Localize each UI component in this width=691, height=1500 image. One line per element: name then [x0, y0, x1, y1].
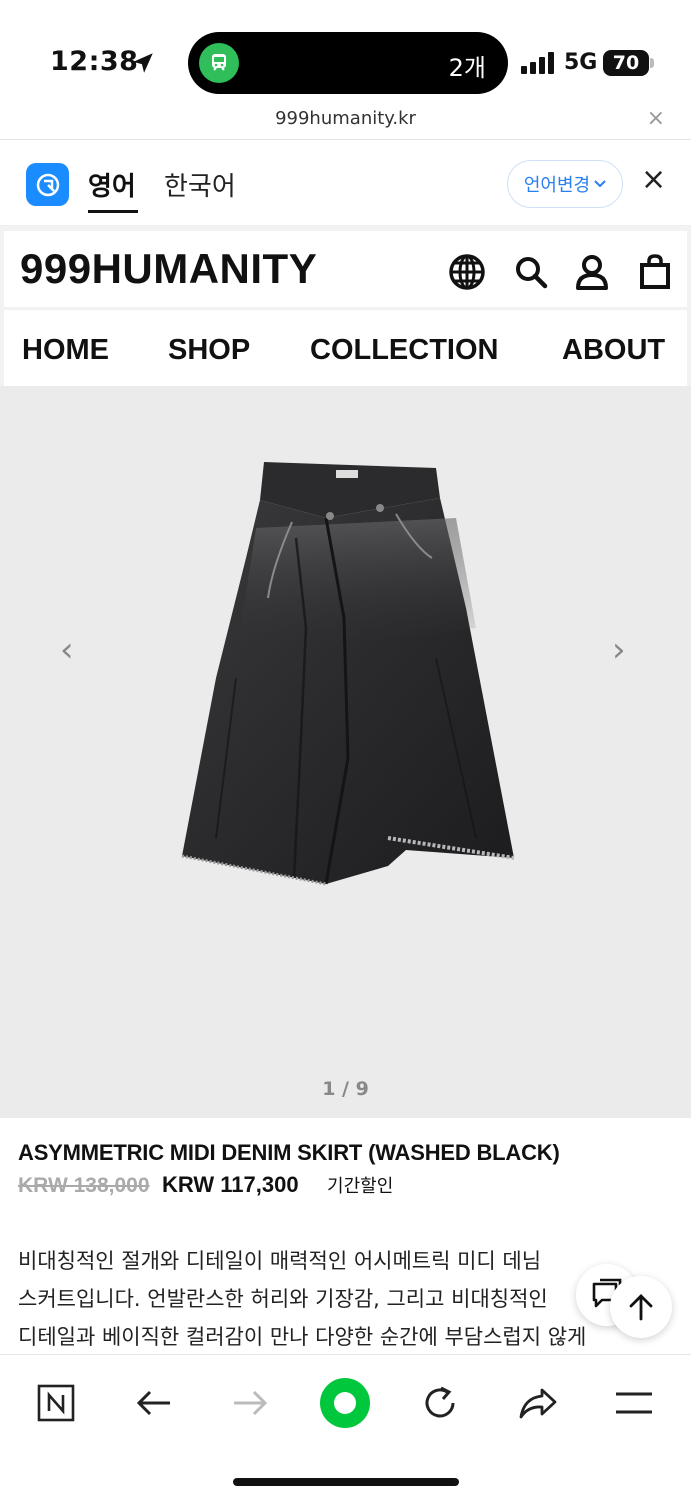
translate-bar: 영어 한국어 언어변경 ×: [0, 140, 691, 226]
papago-icon: [26, 163, 69, 206]
home-indicator: [233, 1478, 459, 1486]
account-icon[interactable]: [573, 253, 611, 291]
product-gallery[interactable]: ‹ › 1 / 9: [0, 386, 691, 1118]
forward-icon[interactable]: [220, 1373, 280, 1433]
site-logo[interactable]: 999HUMANITY: [20, 245, 317, 293]
url-bar[interactable]: 999humanity.kr ×: [0, 100, 691, 140]
signal-icon: [521, 52, 554, 74]
product-image-skirt[interactable]: [176, 458, 518, 890]
arrow-up-icon: [629, 1294, 653, 1321]
nav-collection[interactable]: COLLECTION: [310, 334, 499, 367]
scroll-top-button[interactable]: [610, 1276, 672, 1338]
nav-home[interactable]: HOME: [22, 334, 109, 367]
language-change-label: 언어변경: [523, 175, 591, 196]
original-price: KRW 138,000: [18, 1174, 150, 1197]
lang-tab-korean[interactable]: 한국어: [164, 166, 236, 203]
gallery-next-icon[interactable]: ›: [612, 630, 626, 670]
sale-price: KRW 117,300: [161, 1172, 299, 1197]
battery-tip: [650, 58, 654, 68]
share-icon[interactable]: [508, 1373, 568, 1433]
discount-badge: 기간할인: [327, 1176, 394, 1196]
translate-close-icon[interactable]: ×: [641, 162, 666, 197]
description-line: 비대칭적인 절개와 디테일이 매력적인 어시메트릭 미디 데님: [18, 1249, 542, 1273]
product-description: 비대칭적인 절개와 디테일이 매력적인 어시메트릭 미디 데님 스커트입니다. …: [18, 1242, 618, 1356]
active-tab-underline: [88, 210, 138, 213]
search-icon[interactable]: [512, 253, 550, 291]
product-title: ASYMMETRIC MIDI DENIM SKIRT (WASHED BLAC…: [18, 1140, 560, 1165]
site-header: 999HUMANITY HOME SHOP COLLECTION ABOUT: [0, 226, 691, 386]
location-arrow-icon: [133, 53, 153, 73]
main-nav: HOME SHOP COLLECTION ABOUT: [4, 310, 687, 386]
description-line: 디테일과 베이직한 컬러감이 만나 다양한 순간에 부담스럽지 않게: [18, 1325, 587, 1349]
back-icon[interactable]: [124, 1373, 184, 1433]
nav-shop[interactable]: SHOP: [168, 334, 250, 367]
nav-about[interactable]: ABOUT: [562, 334, 665, 367]
naver-home-icon[interactable]: [26, 1373, 86, 1433]
chevron-down-icon: [594, 180, 606, 188]
gallery-counter: 1 / 9: [322, 1078, 369, 1100]
reload-icon[interactable]: [410, 1373, 470, 1433]
status-bar: 12:38 2개 5G 70: [0, 0, 691, 100]
green-dot-icon[interactable]: [315, 1373, 375, 1433]
menu-icon[interactable]: [604, 1373, 664, 1433]
battery-icon: 70: [603, 50, 649, 76]
island-count: 2개: [448, 54, 486, 82]
dynamic-island[interactable]: 2개: [188, 32, 508, 94]
train-icon: [199, 43, 239, 83]
description-line: 스커트입니다. 언발란스한 허리와 기장감, 그리고 비대칭적인: [18, 1287, 548, 1311]
gallery-prev-icon[interactable]: ‹: [60, 630, 74, 670]
logo-row: 999HUMANITY: [4, 231, 687, 307]
lang-tab-english[interactable]: 영어: [88, 166, 136, 203]
cart-icon[interactable]: [636, 253, 674, 291]
globe-icon[interactable]: [448, 253, 486, 291]
url-text[interactable]: 999humanity.kr: [0, 108, 691, 129]
url-close-icon[interactable]: ×: [647, 106, 665, 131]
language-change-button[interactable]: 언어변경: [507, 160, 623, 208]
price-row: KRW 138,000 KRW 117,300 기간할인: [18, 1172, 393, 1198]
network-type: 5G: [564, 50, 598, 75]
status-time: 12:38: [50, 46, 139, 77]
